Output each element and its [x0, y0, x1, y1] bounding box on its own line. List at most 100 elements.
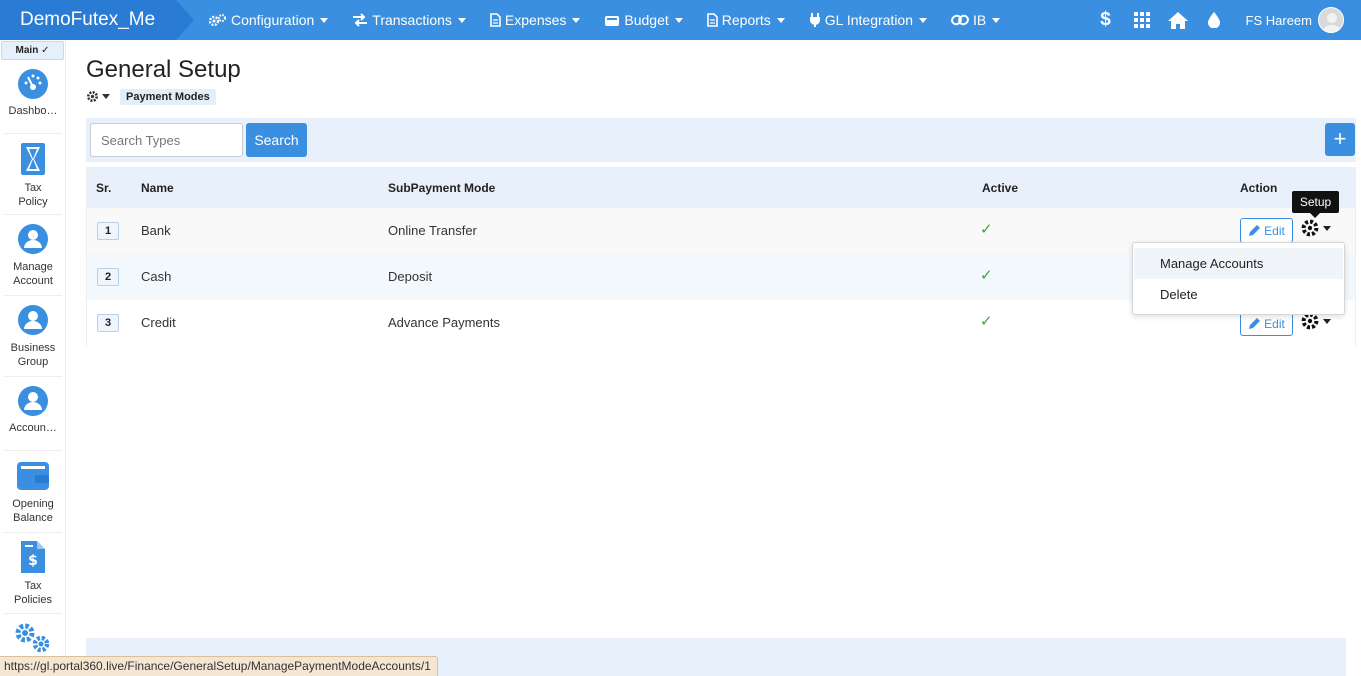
- page-settings-dropdown[interactable]: [86, 90, 110, 103]
- setup-tooltip: Setup: [1292, 191, 1339, 213]
- edit-button-label: Edit: [1264, 316, 1285, 331]
- apps-grid-icon[interactable]: [1124, 12, 1160, 28]
- menu-item-delete[interactable]: Delete: [1134, 279, 1343, 310]
- add-button[interactable]: +: [1325, 123, 1355, 156]
- row-name: Credit: [141, 315, 176, 330]
- sidebar-item-manage-account[interactable]: Manage Account: [0, 223, 66, 288]
- row-subpayment: Advance Payments: [388, 315, 501, 330]
- menu-reports[interactable]: Reports: [706, 12, 785, 28]
- dashboard-icon: [18, 69, 48, 99]
- page-title: General Setup: [86, 56, 241, 83]
- column-header-active: Active: [982, 181, 1019, 195]
- chevron-down-icon: [320, 17, 329, 23]
- sidebar-item-tax-policies[interactable]: $ Tax Policies: [0, 540, 66, 607]
- row-subpayment: Deposit: [388, 269, 433, 284]
- user-circle-icon: [18, 305, 48, 335]
- sidebar: Main ✓ Dashbo… Tax Policy Manage Account…: [0, 40, 66, 676]
- sidebar-main-tab[interactable]: Main ✓: [1, 41, 64, 60]
- user-circle-icon: [18, 224, 48, 254]
- menu-gl-integration[interactable]: GL Integration: [809, 12, 928, 28]
- row-number: 2: [97, 268, 119, 286]
- cogs-icon: [15, 623, 50, 653]
- divider: [4, 133, 62, 134]
- sidebar-item-label: Tax Policy: [18, 182, 48, 208]
- link-icon: [951, 14, 969, 26]
- sidebar-item-label: Dashbo…: [8, 105, 58, 117]
- divider: [4, 295, 62, 296]
- menu-transactions-label: Transactions: [372, 12, 452, 28]
- menu-budget-label: Budget: [624, 12, 669, 28]
- sidebar-item-accounts[interactable]: Accoun…: [0, 385, 66, 434]
- column-header-subpayment: SubPayment Mode: [388, 181, 496, 195]
- main-menu: Configuration Transactions Expenses Budg…: [208, 0, 1024, 40]
- active-check-icon: ✓: [980, 267, 993, 284]
- search-button[interactable]: Search: [246, 123, 307, 157]
- sidebar-item-label: Manage Account: [13, 261, 53, 287]
- menu-transactions[interactable]: Transactions: [352, 12, 466, 28]
- menu-ib[interactable]: IB: [951, 12, 1001, 28]
- invoice-icon: $: [21, 541, 45, 573]
- divider: [4, 450, 62, 451]
- active-check-icon: ✓: [980, 221, 993, 238]
- row-setup-dropdown[interactable]: [1300, 218, 1331, 238]
- chevron-down-icon: [1323, 225, 1331, 231]
- tax-policy-icon: [21, 143, 45, 175]
- menu-gl-integration-label: GL Integration: [824, 12, 914, 28]
- column-header-sr: Sr.: [96, 181, 112, 195]
- breadcrumb[interactable]: Payment Modes: [120, 89, 216, 105]
- divider: [4, 376, 62, 377]
- sidebar-item-label: Accoun…: [9, 422, 57, 434]
- menu-expenses-label: Expenses: [504, 12, 567, 28]
- column-header-name: Name: [141, 181, 174, 195]
- row-actions-menu: Manage Accounts Delete: [1132, 242, 1345, 315]
- tooltip-arrow: [1310, 213, 1320, 218]
- chevron-down-icon: [572, 17, 581, 23]
- wallet-icon: [17, 462, 49, 490]
- chevron-down-icon: [1323, 318, 1331, 324]
- app-brand[interactable]: DemoFutex_Me: [0, 0, 194, 40]
- menu-item-manage-accounts[interactable]: Manage Accounts: [1134, 248, 1343, 279]
- menu-budget[interactable]: Budget: [604, 12, 683, 28]
- avatar[interactable]: [1318, 7, 1344, 33]
- active-check-icon: ✓: [980, 313, 993, 330]
- file-icon: [706, 13, 718, 27]
- sidebar-item-label: Opening Balance: [12, 498, 54, 524]
- divider: [4, 214, 62, 215]
- sidebar-item-settings[interactable]: [0, 622, 66, 659]
- sidebar-item-label: Business Group: [10, 342, 56, 368]
- user-name[interactable]: FS Hareem: [1246, 13, 1312, 28]
- gear-icon: [87, 91, 98, 102]
- sidebar-item-label: Tax Policies: [14, 580, 52, 606]
- divider: [4, 613, 62, 614]
- plug-icon: [809, 13, 820, 27]
- search-toolbar: Search +: [86, 118, 1356, 162]
- exchange-icon: [353, 13, 368, 27]
- status-bar-url: https://gl.portal360.live/Finance/Genera…: [0, 656, 438, 676]
- row-name: Bank: [141, 223, 171, 238]
- chevron-down-icon: [457, 17, 466, 23]
- menu-configuration[interactable]: Configuration: [208, 12, 329, 28]
- file-icon: [490, 13, 501, 27]
- row-number: 1: [97, 222, 119, 240]
- table-header: Sr. Name SubPayment Mode Active Action: [87, 168, 1355, 208]
- sidebar-item-dashboard[interactable]: Dashbo…: [0, 68, 66, 117]
- search-input[interactable]: [90, 123, 243, 157]
- chevron-down-icon: [674, 17, 683, 23]
- chevron-down-icon: [776, 17, 785, 23]
- sidebar-item-opening-balance[interactable]: Opening Balance: [0, 460, 66, 525]
- row-number: 3: [97, 314, 119, 332]
- svg-text:$: $: [28, 553, 38, 569]
- home-icon[interactable]: [1160, 11, 1196, 29]
- edit-button[interactable]: Edit: [1240, 218, 1293, 243]
- pencil-icon: [1249, 318, 1261, 329]
- column-header-action: Action: [1240, 181, 1278, 195]
- drop-icon[interactable]: [1196, 12, 1232, 28]
- gear-icon: [1301, 219, 1319, 237]
- sidebar-item-business-group[interactable]: Business Group: [0, 304, 66, 369]
- menu-reports-label: Reports: [721, 12, 771, 28]
- sidebar-item-tax-policy[interactable]: Tax Policy: [0, 142, 66, 209]
- cogs-icon: [208, 14, 226, 27]
- dollar-icon[interactable]: $: [1088, 9, 1124, 31]
- navbar-right: $ FS Hareem: [1088, 0, 1361, 40]
- menu-expenses[interactable]: Expenses: [490, 12, 581, 28]
